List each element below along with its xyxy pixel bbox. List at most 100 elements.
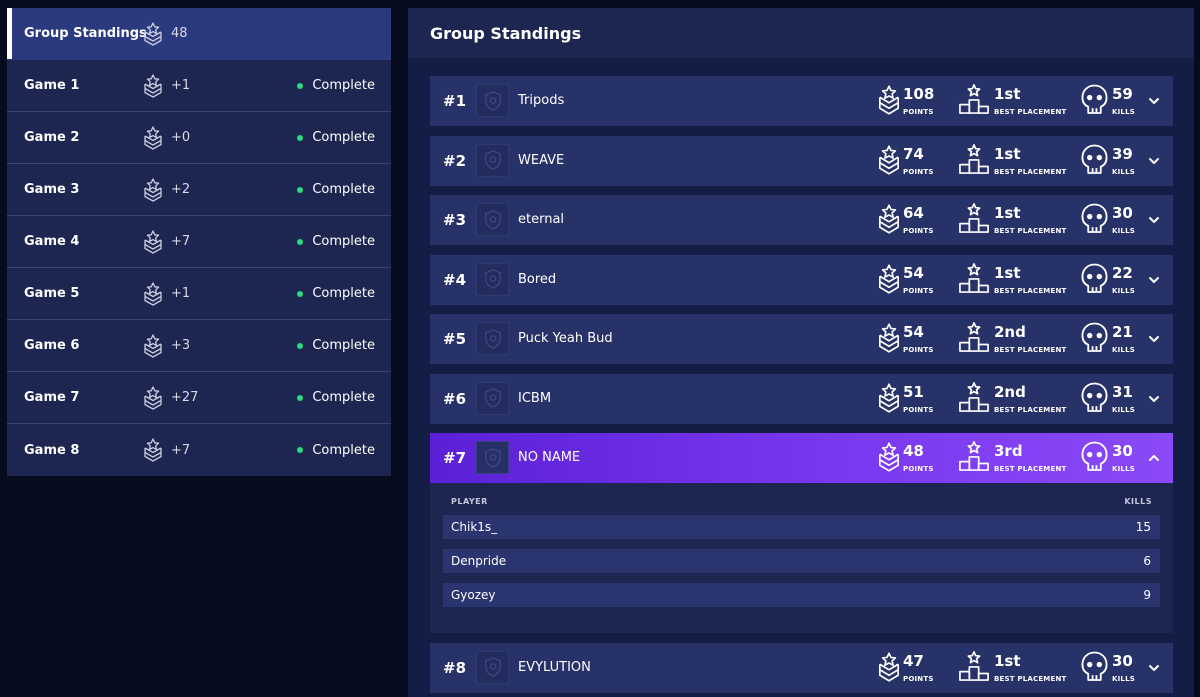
team-name: Puck Yeah Bud	[518, 331, 613, 346]
kills-value: 30	[1112, 651, 1133, 670]
status-badge: Complete	[297, 286, 375, 301]
best-placement-value: 1st	[994, 651, 1021, 670]
status-badge: Complete	[297, 338, 375, 353]
rank-icon	[143, 126, 163, 150]
skull-icon	[1081, 144, 1108, 175]
player-kills: 15	[1135, 520, 1151, 534]
team-rank: #1	[443, 92, 467, 110]
rank-icon	[143, 386, 163, 410]
chevron-rank-star-icon	[878, 651, 900, 683]
shield-icon	[484, 388, 502, 408]
sidebar-item-game-7[interactable]: Game 7 +27 Complete	[7, 372, 391, 424]
best-placement-value: 1st	[994, 263, 1021, 282]
sidebar-item-label: Group Standings	[24, 26, 147, 41]
podium-star-icon	[959, 84, 989, 114]
skull-icon	[1081, 84, 1108, 115]
sidebar-item-game-3[interactable]: Game 3 +2 Complete	[7, 164, 391, 216]
status-dot	[297, 342, 304, 349]
sidebar-item-group-standings[interactable]: Group Standings 48	[7, 8, 391, 60]
rank-icon	[143, 282, 163, 306]
chevron-up-icon[interactable]	[1147, 451, 1161, 465]
shield-icon	[484, 657, 502, 677]
points-label: POINTS	[903, 346, 934, 354]
points-label: POINTS	[903, 227, 934, 235]
best-placement-label: BEST PLACEMENT	[994, 346, 1067, 354]
sidebar-item-game-8[interactable]: Game 8 +7 Complete	[7, 424, 391, 476]
player-column-header: PLAYER	[451, 497, 488, 506]
team-row[interactable]: #3 eternal 64 POINTS 1st BEST PLACEMENT …	[430, 195, 1173, 245]
kills-column-header: KILLS	[1124, 497, 1152, 506]
skull-icon	[1081, 651, 1108, 682]
status-dot	[297, 134, 304, 141]
podium-star-icon	[959, 144, 989, 174]
skull-icon	[1081, 322, 1108, 353]
podium-star-icon	[959, 382, 989, 412]
best-placement-label: BEST PLACEMENT	[994, 674, 1067, 683]
points-label: POINTS	[903, 167, 934, 176]
chevron-down-icon[interactable]	[1147, 661, 1161, 675]
chevron-down-icon[interactable]	[1147, 94, 1161, 108]
kills-label: KILLS	[1112, 286, 1135, 295]
team-row[interactable]: #5 Puck Yeah Bud 54 POINTS 2nd BEST PLAC…	[430, 314, 1173, 364]
kills-value: 21	[1112, 323, 1133, 341]
chevron-rank-star-icon	[878, 382, 900, 414]
best-placement-value: 1st	[994, 204, 1021, 222]
status-dot	[297, 82, 304, 89]
team-row[interactable]: #6 ICBM 51 POINTS 2nd BEST PLACEMENT 31 …	[430, 373, 1173, 424]
skull-icon	[1081, 263, 1108, 294]
team-logo	[476, 84, 509, 117]
team-row[interactable]: #2 WEAVE 74 POINTS 1st BEST PLACEMENT 39…	[430, 135, 1173, 186]
best-placement-label: BEST PLACEMENT	[994, 227, 1067, 235]
sidebar-item-points: +2	[171, 182, 191, 197]
sidebar-item-label: Game 5	[24, 286, 80, 301]
chevron-rank-star-icon	[878, 203, 900, 235]
status-badge: Complete	[297, 78, 375, 93]
rank-icon	[143, 74, 163, 98]
sidebar-item-game-1[interactable]: Game 1 +1 Complete	[7, 60, 391, 112]
team-row[interactable]: #4 Bored 54 POINTS 1st BEST PLACEMENT 22…	[430, 254, 1173, 305]
status-badge: Complete	[297, 234, 375, 249]
sidebar-item-game-6[interactable]: Game 6 +3 Complete	[7, 320, 391, 372]
player-name: Gyozey	[451, 588, 496, 602]
team-name: Tripods	[518, 93, 565, 108]
shield-icon	[484, 448, 502, 468]
sidebar-item-label: Game 2	[24, 130, 80, 145]
team-name: eternal	[518, 212, 565, 227]
best-placement-label: BEST PLACEMENT	[994, 167, 1067, 176]
best-placement-label: BEST PLACEMENT	[994, 465, 1067, 473]
best-placement-value: 2nd	[994, 323, 1026, 341]
sidebar-item-game-4[interactable]: Game 4 +7 Complete	[7, 216, 391, 268]
chevron-down-icon[interactable]	[1147, 392, 1161, 406]
team-row[interactable]: #8 EVYLUTION 47 POINTS 1st BEST PLACEMEN…	[430, 642, 1173, 693]
team-rank: #4	[443, 270, 467, 289]
team-logo	[476, 262, 509, 296]
sidebar-item-points: +3	[171, 338, 191, 353]
sidebar-item-label: Game 4	[24, 234, 80, 249]
shield-icon	[484, 269, 502, 289]
player-row: Gyozey 9	[443, 583, 1160, 607]
team-rank: #3	[443, 211, 467, 229]
team-rank: #6	[443, 389, 467, 408]
team-row[interactable]: #1 Tripods 108 POINTS 1st BEST PLACEMENT…	[430, 76, 1173, 126]
points-value: 74	[903, 144, 924, 163]
sidebar-item-label: Game 3	[24, 182, 80, 197]
sidebar-item-game-5[interactable]: Game 5 +1 Complete	[7, 268, 391, 320]
team-logo	[476, 650, 509, 684]
points-label: POINTS	[903, 674, 934, 683]
chevron-down-icon[interactable]	[1147, 154, 1161, 168]
kills-label: KILLS	[1112, 108, 1135, 116]
points-label: POINTS	[903, 405, 934, 414]
rank-icon	[143, 178, 163, 202]
sidebar-item-game-2[interactable]: Game 2 +0 Complete	[7, 112, 391, 164]
status-badge: Complete	[297, 130, 375, 145]
chevron-down-icon[interactable]	[1147, 213, 1161, 227]
kills-label: KILLS	[1112, 405, 1135, 414]
status-dot	[297, 238, 304, 245]
chevron-down-icon[interactable]	[1147, 332, 1161, 346]
chevron-down-icon[interactable]	[1147, 273, 1161, 287]
team-row-expanded[interactable]: #7 NO NAME 48 POINTS 3rd BEST PLACEMENT …	[430, 433, 1173, 483]
points-value: 54	[903, 263, 924, 282]
sidebar-item-points: +1	[171, 286, 191, 301]
rank-icon	[143, 438, 163, 462]
status-text: Complete	[312, 286, 375, 301]
